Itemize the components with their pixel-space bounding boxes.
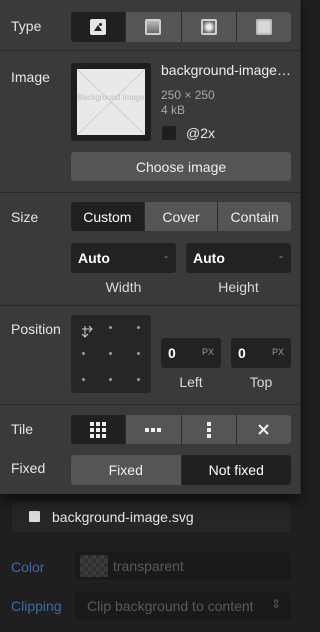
thumbnail-placeholder-text: Background Image [77, 93, 145, 102]
retina-label: @2x [186, 125, 215, 141]
origin-point[interactable] [82, 378, 85, 381]
height-value: Auto [193, 250, 225, 266]
size-mode-custom[interactable]: Custom [71, 202, 144, 231]
type-label: Type [11, 18, 42, 34]
fixed-label: Fixed [11, 460, 46, 476]
image-dimensions: 250 × 250 [161, 88, 215, 102]
tile-both-icon [90, 421, 107, 438]
size-mode-selector: Custom Cover Contain [71, 202, 291, 231]
origin-point[interactable] [109, 352, 112, 355]
color-value: transparent [113, 558, 184, 574]
solid-color-icon [255, 19, 272, 35]
color-field[interactable]: transparent [75, 552, 291, 580]
image-filesize: 4 kB [161, 103, 186, 117]
thumbnail-preview: Background Image [77, 69, 145, 135]
clipping-select[interactable]: Clip background to content ⇕ [75, 592, 291, 620]
left-caption: Left [179, 374, 203, 390]
width-value: Auto [78, 250, 110, 266]
transparent-swatch-icon [80, 555, 108, 577]
tile-vertical-button[interactable] [181, 415, 236, 444]
origin-point[interactable] [109, 326, 112, 329]
color-label: Color [11, 559, 45, 575]
tile-vertical-icon [206, 421, 211, 438]
type-linear-gradient-button[interactable] [126, 12, 181, 42]
position-left-field[interactable]: 0 PX [161, 338, 221, 368]
type-radial-gradient-button[interactable] [181, 12, 236, 42]
height-unit: - [279, 249, 283, 263]
not-fixed-option[interactable]: Not fixed [181, 455, 291, 485]
height-field[interactable]: Auto - [186, 243, 291, 273]
retina-checkbox[interactable] [162, 126, 176, 140]
choose-image-button[interactable]: Choose image [71, 152, 291, 181]
divider [0, 50, 301, 51]
position-origin-grid[interactable] [71, 315, 151, 393]
clipping-label: Clipping [11, 598, 62, 614]
layer-item-name: background-image.svg [52, 509, 194, 525]
fixed-selector: Fixed Not fixed [71, 455, 291, 485]
divider [0, 404, 301, 405]
top-caption: Top [249, 374, 273, 390]
tile-horizontal-button[interactable] [126, 415, 181, 444]
tile-selector [71, 415, 291, 444]
position-top-field[interactable]: 0 PX [231, 338, 291, 368]
size-mode-contain[interactable]: Contain [218, 202, 291, 231]
origin-arrows-icon [81, 325, 93, 338]
tile-label: Tile [11, 421, 34, 437]
background-settings-panel: Type Image Background Image background-i… [0, 0, 301, 494]
origin-point[interactable] [137, 378, 140, 381]
tile-both-button[interactable] [71, 415, 126, 444]
origin-point[interactable] [82, 352, 85, 355]
image-label: Image [11, 69, 50, 85]
background-layer-item[interactable]: background-image.svg [12, 502, 290, 532]
width-field[interactable]: Auto - [71, 243, 176, 273]
radial-gradient-icon [200, 19, 217, 35]
fixed-option[interactable]: Fixed [71, 455, 181, 485]
left-value: 0 [168, 345, 176, 361]
type-image-button[interactable] [71, 12, 126, 42]
top-value: 0 [238, 345, 246, 361]
image-thumbnail[interactable]: Background Image [71, 63, 151, 141]
divider [0, 305, 301, 306]
type-solid-color-button[interactable] [236, 12, 291, 42]
image-filename: background-image.svg [161, 62, 293, 78]
no-tile-button[interactable] [236, 415, 291, 444]
select-arrows-icon: ⇕ [270, 597, 281, 611]
divider [0, 192, 301, 193]
image-icon [90, 19, 107, 35]
size-mode-cover[interactable]: Cover [144, 202, 218, 231]
placeholder-cross-icon [77, 69, 145, 135]
tile-horizontal-icon [145, 427, 162, 432]
width-unit: - [164, 249, 168, 263]
position-label: Position [11, 321, 61, 337]
layer-swatch-icon [29, 511, 40, 522]
height-caption: Height [218, 279, 259, 295]
origin-point[interactable] [137, 352, 140, 355]
no-tile-icon [258, 424, 270, 435]
width-caption: Width [105, 279, 142, 295]
origin-point[interactable] [137, 326, 140, 329]
linear-gradient-icon [145, 19, 162, 35]
left-unit: PX [201, 347, 214, 357]
clipping-value: Clip background to content [87, 598, 254, 614]
type-selector [71, 12, 291, 42]
top-unit: PX [271, 347, 284, 357]
size-label: Size [11, 209, 39, 225]
origin-point[interactable] [109, 378, 112, 381]
